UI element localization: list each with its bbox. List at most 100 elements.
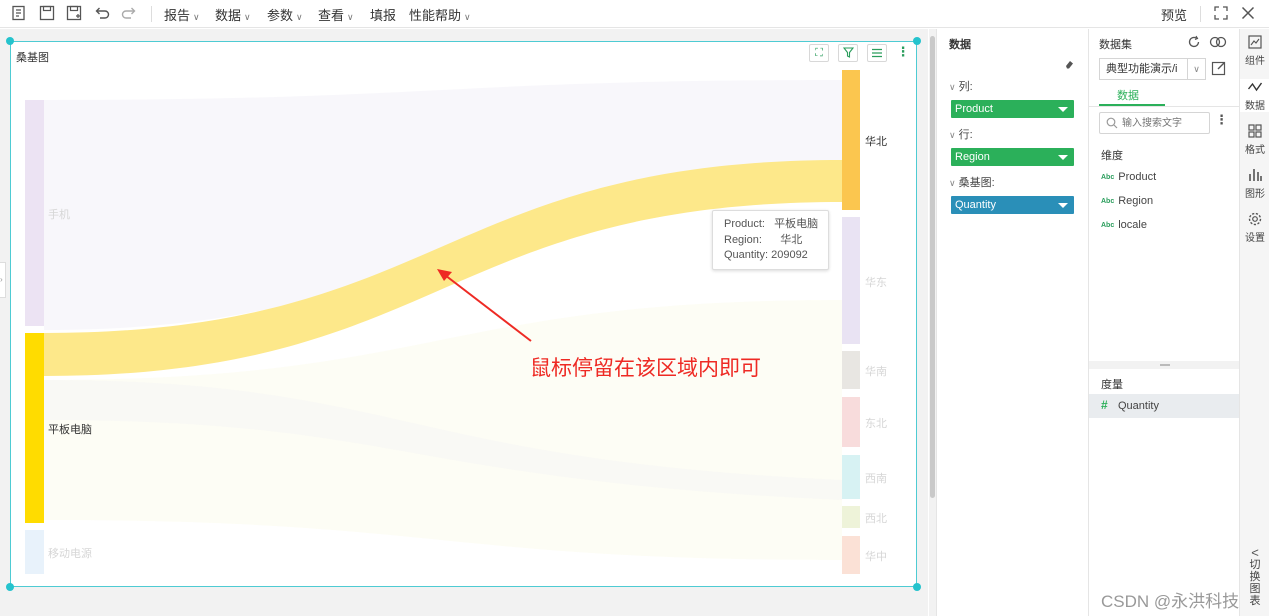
sidebar-item-label: 数据 bbox=[1245, 101, 1265, 112]
dataset-select[interactable]: 典型功能演示/i ∨ bbox=[1099, 58, 1206, 80]
sidebar-item-label: 格式 bbox=[1245, 145, 1265, 156]
sankey-target-node[interactable] bbox=[842, 536, 860, 574]
dataset-link-icon[interactable] bbox=[1209, 35, 1227, 49]
dropdown-icon[interactable] bbox=[1058, 155, 1068, 160]
columns-section[interactable]: ∨ 列: bbox=[949, 78, 973, 94]
dimension-label: Product bbox=[1118, 171, 1157, 183]
panel-splitter[interactable] bbox=[1089, 361, 1240, 369]
preview-button[interactable]: 预览 bbox=[1161, 5, 1187, 24]
more-menu-icon[interactable]: ⋮ bbox=[1215, 112, 1228, 128]
chevron-down-icon: ∨ bbox=[949, 130, 956, 140]
tooltip-product-row: Product: 平板电脑 bbox=[724, 217, 828, 233]
sankey-field-label: Quantity bbox=[955, 199, 996, 211]
sankey-target-label: 西南 bbox=[865, 473, 887, 485]
sidebar-item-format[interactable]: 格式 bbox=[1240, 123, 1269, 156]
format-grid-icon bbox=[1248, 124, 1262, 138]
sidebar-item-data[interactable]: 数据 bbox=[1240, 79, 1269, 112]
tooltip-product-value: 平板电脑 bbox=[774, 218, 819, 230]
sidebar-item-label: 设置 bbox=[1245, 233, 1265, 244]
sankey-source-label: 平板电脑 bbox=[48, 424, 92, 436]
dataset-select-value: 典型功能演示/i bbox=[1106, 63, 1178, 75]
chevron-down-icon[interactable]: ∨ bbox=[1187, 59, 1205, 79]
sidebar-item-label: 图形 bbox=[1245, 189, 1265, 200]
sankey-target-node[interactable] bbox=[842, 397, 860, 447]
preview-label: 预览 bbox=[1161, 8, 1188, 23]
dimension-item-region[interactable]: Abc Region bbox=[1101, 195, 1153, 207]
sankey-source-label: 移动电源 bbox=[48, 548, 92, 560]
rows-section[interactable]: ∨ 行: bbox=[949, 126, 973, 142]
annotation-arrow bbox=[440, 271, 532, 342]
rows-field-pill[interactable]: Region bbox=[951, 148, 1074, 166]
sidebar-item-settings[interactable]: 设置 bbox=[1240, 211, 1269, 244]
fullscreen-icon[interactable] bbox=[1212, 4, 1230, 22]
sankey-label: 桑基图: bbox=[958, 177, 995, 189]
tooltip-quantity-row: Quantity: 209092 bbox=[724, 248, 828, 264]
refresh-icon[interactable] bbox=[1187, 35, 1201, 49]
sankey-target-node[interactable] bbox=[842, 506, 860, 528]
dimension-item-product[interactable]: Abc Product bbox=[1101, 171, 1156, 183]
sidebar-item-component[interactable]: 组件 bbox=[1240, 34, 1269, 67]
switch-chart-label: 切换图表 bbox=[1249, 559, 1261, 607]
edit-icon[interactable] bbox=[1211, 60, 1227, 76]
dropdown-icon[interactable] bbox=[1058, 203, 1068, 208]
sankey-target-label: 西北 bbox=[865, 513, 887, 525]
switch-chart-button[interactable]: < 切换图表 bbox=[1240, 545, 1269, 607]
sankey-target-node[interactable] bbox=[842, 351, 860, 389]
chevron-down-icon: ∨ bbox=[949, 82, 956, 92]
tooltip-region-label: Region: bbox=[724, 233, 762, 246]
tab-divider bbox=[1089, 106, 1240, 107]
sankey-field-pill[interactable]: Quantity bbox=[951, 196, 1074, 214]
sankey-target-label: 东北 bbox=[865, 418, 887, 430]
component-icon bbox=[1248, 35, 1262, 49]
sankey-target-label: 华东 bbox=[865, 276, 887, 289]
rows-field-label: Region bbox=[955, 151, 990, 163]
canvas-scrollbar-thumb[interactable] bbox=[930, 36, 935, 498]
sidebar-item-graphic[interactable]: 图形 bbox=[1240, 167, 1269, 200]
sankey-section[interactable]: ∨ 桑基图: bbox=[949, 174, 995, 190]
sankey-source-node[interactable] bbox=[25, 530, 44, 574]
toolbar-separator bbox=[1200, 6, 1201, 22]
sidebar-item-label: 组件 bbox=[1245, 56, 1265, 67]
text-field-icon: Abc bbox=[1101, 222, 1115, 229]
sankey-target-label: 华中 bbox=[865, 551, 887, 563]
columns-field-pill[interactable]: Product bbox=[951, 100, 1074, 118]
tooltip-quantity-value: 209092 bbox=[771, 249, 808, 261]
sankey-source-node[interactable] bbox=[25, 100, 44, 326]
dataset-panel-title: 数据集 bbox=[1099, 39, 1132, 51]
sankey-chart bbox=[25, 70, 860, 574]
tab-data[interactable]: 数据 bbox=[1117, 87, 1139, 103]
chevron-down-icon: ∨ bbox=[949, 178, 956, 188]
sankey-target-node[interactable] bbox=[842, 455, 860, 499]
chevron-left-icon: < bbox=[1251, 545, 1259, 560]
right-sidebar: 组件 数据 格式 图形 设置 < 切换图表 bbox=[1239, 29, 1269, 616]
field-search-input[interactable] bbox=[1122, 115, 1208, 131]
measure-label: Quantity bbox=[1118, 400, 1159, 412]
dimension-item-locale[interactable]: Abc locale bbox=[1101, 219, 1147, 231]
gear-icon bbox=[1248, 212, 1262, 226]
field-search-box[interactable] bbox=[1099, 112, 1210, 134]
sankey-target-node[interactable] bbox=[842, 217, 860, 344]
columns-label: 列: bbox=[958, 81, 973, 93]
line-chart-icon bbox=[1247, 82, 1263, 92]
sankey-tooltip: Product: 平板电脑 Region: 华北 Quantity: 20909… bbox=[712, 210, 829, 270]
tooltip-quantity-label: Quantity: bbox=[724, 249, 769, 261]
text-field-icon: Abc bbox=[1101, 174, 1115, 181]
sankey-source-node[interactable] bbox=[25, 333, 44, 523]
rows-label: 行: bbox=[958, 129, 973, 141]
sankey-target-label: 华北 bbox=[865, 136, 887, 148]
measure-header: 度量 bbox=[1101, 379, 1123, 391]
tooltip-region-value: 华北 bbox=[780, 233, 803, 246]
tooltip-product-label: Product: bbox=[724, 218, 765, 230]
measure-item-quantity[interactable]: # Quantity bbox=[1089, 394, 1240, 418]
sankey-target-node[interactable] bbox=[842, 70, 860, 210]
sankey-source-label: 手机 bbox=[48, 209, 70, 221]
dataset-panel: 数据集 典型功能演示/i ∨ 数据 ⋮ 维度 AbcProduct AbcReg… bbox=[1088, 29, 1240, 616]
bar-chart-icon bbox=[1249, 169, 1262, 181]
close-icon[interactable] bbox=[1239, 4, 1257, 22]
data-binding-panel: 数据 ∨ 列: Product ∨ 行: Region ∨ 桑基图: Quant… bbox=[936, 29, 1088, 616]
search-icon bbox=[1106, 117, 1118, 129]
text-field-icon: Abc bbox=[1101, 198, 1115, 205]
dropdown-icon[interactable] bbox=[1058, 107, 1068, 112]
watermark: CSDN @永洪科技 bbox=[1101, 592, 1240, 611]
eraser-icon[interactable] bbox=[1064, 59, 1074, 69]
